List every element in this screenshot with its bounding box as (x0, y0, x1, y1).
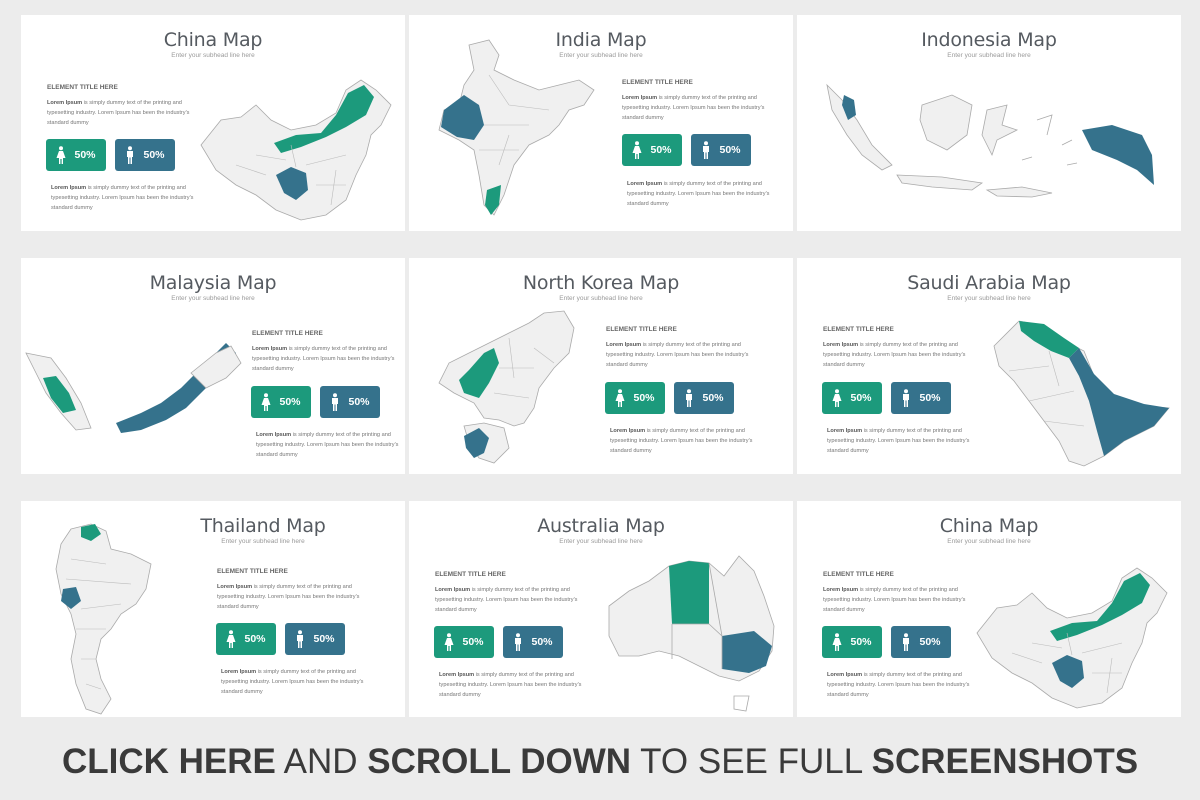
female-icon (832, 633, 842, 651)
slide-title: Thailand Map (200, 515, 326, 537)
description-text: Lorem Ipsum is simply dummy text of the … (606, 342, 749, 368)
australia-map-graphic (608, 555, 775, 712)
element-title: ELEMENT TITLE HERE (823, 571, 894, 578)
description-text: Lorem Ipsum is simply dummy text of the … (47, 100, 190, 126)
slide-china-map[interactable]: China Map Enter your subhead line here E… (21, 15, 405, 231)
element-title: ELEMENT TITLE HERE (252, 330, 323, 337)
female-icon (56, 146, 66, 164)
description-text: Lorem Ipsum is simply dummy text of the … (627, 181, 770, 207)
banner-text: TO SEE FULL (631, 742, 872, 781)
screenshots-text: SCREENSHOTS (871, 742, 1139, 781)
female-stat: 50% (251, 386, 311, 418)
description-text: Lorem Ipsum is simply dummy text of the … (610, 428, 753, 454)
female-icon (632, 141, 642, 159)
female-stat: 50% (605, 382, 665, 414)
male-icon (295, 630, 305, 648)
slide-subtitle: Enter your subhead line here (947, 52, 1031, 59)
description-text: Lorem Ipsum is simply dummy text of the … (217, 584, 360, 610)
slide-subtitle: Enter your subhead line here (559, 295, 643, 302)
female-stat: 50% (822, 382, 882, 414)
slide-subtitle: Enter your subhead line here (947, 538, 1031, 545)
india-map-graphic (438, 39, 595, 216)
slide-subtitle: Enter your subhead line here (221, 538, 305, 545)
slide-title: Malaysia Map (149, 272, 277, 294)
slide-australia-map[interactable]: Australia Map Enter your subhead line he… (409, 501, 793, 717)
description-text: Lorem Ipsum is simply dummy text of the … (823, 342, 966, 368)
slide-title: North Korea Map (522, 272, 680, 294)
male-stat: 50% (285, 623, 345, 655)
slide-thailand-map[interactable]: Thailand Map Enter your subhead line her… (21, 501, 405, 717)
description-text: Lorem Ipsum is simply dummy text of the … (435, 587, 578, 613)
malaysia-map-graphic (25, 343, 242, 433)
description-text: Lorem Ipsum is simply dummy text of the … (823, 587, 966, 613)
male-icon (901, 633, 911, 651)
slide-grid: China Map Enter your subhead line here E… (0, 0, 1200, 740)
female-stat: 50% (622, 134, 682, 166)
element-title: ELEMENT TITLE HERE (435, 571, 506, 578)
female-icon (261, 393, 271, 411)
female-stat: 50% (46, 139, 106, 171)
female-stat: 50% (434, 626, 494, 658)
saudi-arabia-map-graphic (993, 320, 1170, 467)
male-stat: 50% (691, 134, 751, 166)
element-title: ELEMENT TITLE HERE (823, 326, 894, 333)
slide-subtitle: Enter your subhead line here (171, 52, 255, 59)
china-map-graphic (976, 567, 1168, 709)
slide-title: Australia Map (537, 515, 665, 537)
female-stat: 50% (822, 626, 882, 658)
click-here-text[interactable]: CLICK HERE (62, 742, 276, 781)
description-text: Lorem Ipsum is simply dummy text of the … (622, 95, 765, 121)
description-text: Lorem Ipsum is simply dummy text of the … (221, 669, 364, 695)
china-map-graphic (200, 79, 392, 221)
banner-text: AND (275, 742, 368, 781)
male-icon (513, 633, 523, 651)
slide-indonesia-map[interactable]: Indonesia Map Enter your subhead line he… (797, 15, 1181, 231)
element-title: ELEMENT TITLE HERE (47, 84, 118, 91)
male-icon (684, 389, 694, 407)
male-stat: 50% (115, 139, 175, 171)
slide-subtitle: Enter your subhead line here (171, 295, 255, 302)
male-icon (125, 146, 135, 164)
female-icon (615, 389, 625, 407)
slide-india-map[interactable]: India Map Enter your subhead line here E… (409, 15, 793, 231)
element-title: ELEMENT TITLE HERE (606, 326, 677, 333)
slide-saudi-arabia-map[interactable]: Saudi Arabia Map Enter your subhead line… (797, 258, 1181, 474)
description-text: Lorem Ipsum is simply dummy text of the … (439, 672, 582, 698)
slide-north-korea-map[interactable]: North Korea Map Enter your subhead line … (409, 258, 793, 474)
female-icon (444, 633, 454, 651)
slide-title: Indonesia Map (921, 29, 1057, 51)
male-stat: 50% (320, 386, 380, 418)
female-icon (226, 630, 236, 648)
slide-title: China Map (939, 515, 1039, 537)
slide-title: Saudi Arabia Map (907, 272, 1071, 294)
slide-china-map-2[interactable]: China Map Enter your subhead line here E… (797, 501, 1181, 717)
element-title: ELEMENT TITLE HERE (622, 79, 693, 86)
scroll-down-banner[interactable]: CLICK HERE AND SCROLL DOWN TO SEE FULL S… (0, 742, 1200, 782)
female-icon (832, 389, 842, 407)
male-icon (330, 393, 340, 411)
male-stat: 50% (891, 382, 951, 414)
male-icon (901, 389, 911, 407)
description-text: Lorem Ipsum is simply dummy text of the … (827, 428, 970, 454)
thailand-map-graphic (55, 523, 152, 715)
male-icon (701, 141, 711, 159)
female-stat: 50% (216, 623, 276, 655)
scroll-down-text: SCROLL DOWN (367, 742, 632, 781)
element-title: ELEMENT TITLE HERE (217, 568, 288, 575)
description-text: Lorem Ipsum is simply dummy text of the … (252, 346, 395, 372)
indonesia-map-graphic (826, 83, 1154, 198)
slide-malaysia-map[interactable]: Malaysia Map Enter your subhead line her… (21, 258, 405, 474)
slide-subtitle: Enter your subhead line here (947, 295, 1031, 302)
description-text: Lorem Ipsum is simply dummy text of the … (51, 185, 194, 211)
slide-title: China Map (163, 29, 263, 51)
male-stat: 50% (674, 382, 734, 414)
slide-subtitle: Enter your subhead line here (559, 538, 643, 545)
male-stat: 50% (891, 626, 951, 658)
north-korea-map-graphic (438, 310, 575, 464)
description-text: Lorem Ipsum is simply dummy text of the … (827, 672, 970, 698)
description-text: Lorem Ipsum is simply dummy text of the … (256, 432, 399, 458)
male-stat: 50% (503, 626, 563, 658)
